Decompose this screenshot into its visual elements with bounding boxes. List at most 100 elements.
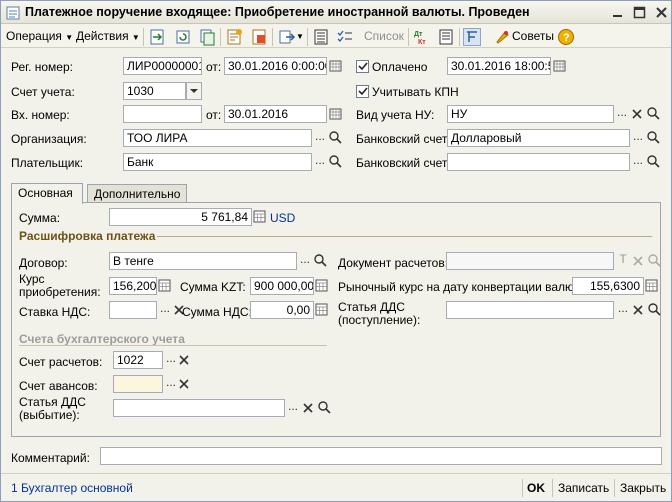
advance-account-field[interactable] xyxy=(113,375,163,393)
settlement-doc-label: Документ расчетов: xyxy=(338,256,449,270)
report-icon[interactable] xyxy=(437,28,455,46)
journal-icon[interactable] xyxy=(312,28,330,46)
operation-label: Операция xyxy=(6,29,62,43)
search-icon[interactable] xyxy=(646,153,662,171)
dt-kt-icon[interactable]: Дт Кт xyxy=(413,28,431,46)
payer-bank-account-field[interactable] xyxy=(447,153,630,171)
calendar-icon[interactable] xyxy=(328,105,344,123)
search-icon[interactable] xyxy=(646,129,662,147)
paid-date-field[interactable]: 30.01.2016 18:00:59 xyxy=(447,57,551,75)
select-icon[interactable]: ... xyxy=(615,301,631,319)
tab-additional[interactable]: Дополнительно xyxy=(87,184,187,204)
select-icon[interactable]: ... xyxy=(614,105,630,123)
minimize-icon[interactable] xyxy=(611,6,624,19)
select-icon[interactable]: ... xyxy=(312,153,328,171)
chevron-down-icon[interactable] xyxy=(186,82,202,100)
account-field[interactable]: 1030 xyxy=(123,82,186,100)
vat-rate-field[interactable] xyxy=(109,301,157,319)
checklist-icon[interactable] xyxy=(336,28,354,46)
tips-icon[interactable] xyxy=(493,28,511,46)
separator xyxy=(220,28,221,46)
window-title: Платежное поручение входящее: Приобретен… xyxy=(25,5,530,19)
comment-field[interactable] xyxy=(100,447,662,465)
structure-icon[interactable] xyxy=(463,28,481,46)
goto-dropdown-icon[interactable]: ▼ xyxy=(296,28,304,45)
vat-rate-label: Ставка НДС: xyxy=(19,305,91,319)
actions-menu[interactable]: Действия ▼ xyxy=(76,28,140,45)
paid-checkbox[interactable] xyxy=(356,60,369,73)
calendar-icon[interactable] xyxy=(328,57,344,75)
market-rate-field[interactable]: 155,6300 xyxy=(572,277,644,295)
kpn-checkbox[interactable] xyxy=(356,85,369,98)
organization-field[interactable]: ТОО ЛИРА xyxy=(123,129,312,147)
select-icon[interactable]: ... xyxy=(630,153,646,171)
select-icon[interactable]: ... xyxy=(285,399,301,417)
select-icon[interactable]: ... xyxy=(630,129,646,147)
calculator-icon[interactable] xyxy=(644,277,660,295)
user-link[interactable]: 1 Бухгалтер основной xyxy=(11,481,133,495)
sum-field[interactable]: 5 761,84 xyxy=(109,208,252,226)
clear-icon[interactable] xyxy=(177,351,193,369)
dds-in-field[interactable] xyxy=(446,301,614,319)
comment-label: Комментарий: xyxy=(11,451,90,465)
create-based-icon[interactable] xyxy=(225,28,243,46)
payer-field[interactable]: Банк xyxy=(123,153,312,171)
calculator-icon[interactable] xyxy=(157,277,173,295)
separator xyxy=(307,28,308,46)
goto-icon[interactable] xyxy=(278,28,296,46)
purchase-rate-field[interactable]: 156,200 xyxy=(109,277,157,295)
save-button[interactable]: Записать xyxy=(558,481,609,495)
close-icon[interactable] xyxy=(655,6,668,19)
contract-field[interactable]: В тенге xyxy=(109,252,297,270)
calculator-icon[interactable] xyxy=(252,208,268,226)
calculator-icon[interactable] xyxy=(314,301,330,319)
tips-button[interactable]: Советы xyxy=(512,28,554,45)
help-icon[interactable]: ? xyxy=(557,28,575,46)
refresh-icon[interactable] xyxy=(174,28,192,46)
search-icon[interactable] xyxy=(328,153,344,171)
type-icon[interactable]: T xyxy=(615,252,631,270)
settlement-doc-field[interactable] xyxy=(446,252,614,270)
reg-number-field[interactable]: ЛИР00000001 xyxy=(123,57,202,75)
search-icon[interactable] xyxy=(313,252,329,270)
search-icon[interactable] xyxy=(647,252,663,270)
vat-sum-field[interactable]: 0,00 xyxy=(250,301,314,319)
dds-out-field[interactable] xyxy=(113,399,285,417)
post-icon[interactable] xyxy=(148,28,166,46)
bank-account-field[interactable]: Долларовый xyxy=(447,129,630,147)
maximize-icon[interactable] xyxy=(633,6,646,19)
incoming-date-field[interactable]: 30.01.2016 xyxy=(224,105,327,123)
payer-bank-account-label: Банковский счет: xyxy=(356,156,451,170)
print-doc-icon[interactable] xyxy=(250,28,268,46)
clear-icon[interactable] xyxy=(301,399,317,417)
clear-icon[interactable] xyxy=(630,105,646,123)
ok-button[interactable]: OK xyxy=(527,481,545,495)
nu-field[interactable]: НУ xyxy=(447,105,614,123)
settlement-account-field[interactable]: 1022 xyxy=(113,351,163,369)
toolbar: Операция ▼ Действия ▼ ▼ Список Дт Кт Сове… xyxy=(1,25,671,48)
calendar-icon[interactable] xyxy=(552,57,568,75)
close-button[interactable]: Закрыть xyxy=(620,481,666,495)
clear-icon[interactable] xyxy=(631,252,647,270)
search-icon[interactable] xyxy=(328,129,344,147)
search-icon[interactable] xyxy=(317,399,333,417)
section-divider xyxy=(157,236,652,237)
search-icon[interactable] xyxy=(646,105,662,123)
select-icon[interactable]: ... xyxy=(297,252,313,270)
clear-icon[interactable] xyxy=(177,375,193,393)
operation-menu[interactable]: Операция ▼ xyxy=(6,28,73,45)
search-icon[interactable] xyxy=(647,301,663,319)
select-icon[interactable]: ... xyxy=(157,301,173,319)
incoming-number-label: Вх. номер: xyxy=(11,108,70,122)
clear-icon[interactable] xyxy=(631,301,647,319)
tab-main[interactable]: Основная xyxy=(11,183,83,204)
list-button[interactable]: Список xyxy=(364,28,404,45)
sum-kzt-field[interactable]: 900 000,00 xyxy=(250,277,314,295)
reg-date-field[interactable]: 30.01.2016 0:00:00 xyxy=(224,57,327,75)
incoming-number-field[interactable] xyxy=(123,105,202,123)
copy-icon[interactable] xyxy=(198,28,216,46)
account-label: Счет учета: xyxy=(11,85,75,99)
select-icon[interactable]: ... xyxy=(312,129,328,147)
separator xyxy=(522,479,523,497)
calculator-icon[interactable] xyxy=(314,277,330,295)
